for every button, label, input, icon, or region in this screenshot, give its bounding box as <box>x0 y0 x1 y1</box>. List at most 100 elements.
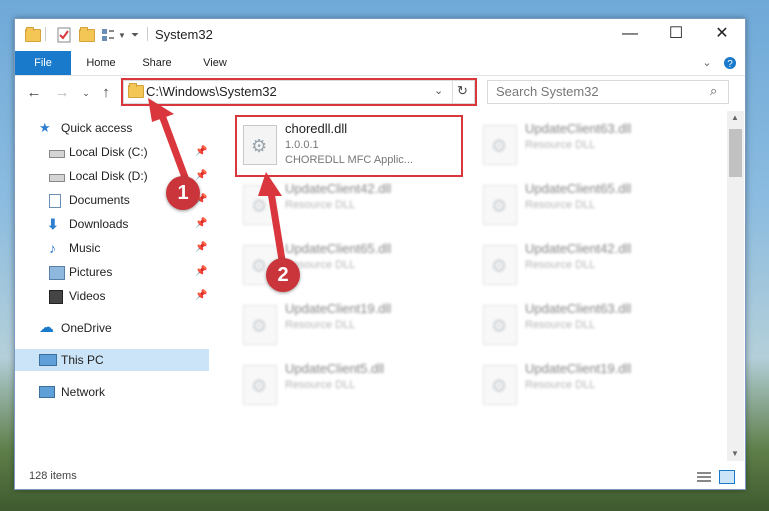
step-2-badge: 2 <box>266 258 300 292</box>
downloads-icon: ⬇ <box>47 216 59 232</box>
scrollbar-thumb[interactable] <box>729 129 742 177</box>
scroll-down-icon[interactable]: ▼ <box>731 449 739 458</box>
details-view-icon[interactable] <box>697 471 711 486</box>
file-tile[interactable]: UpdateClient63.dll Resource DLL <box>477 117 707 171</box>
file-name: UpdateClient65.dll <box>525 181 632 196</box>
up-button[interactable]: ↑ <box>97 84 115 102</box>
tab-share[interactable]: Share <box>137 51 177 75</box>
new-folder-icon[interactable] <box>79 26 95 43</box>
sidebar-item-label: OneDrive <box>61 321 112 335</box>
sidebar-item-label: Local Disk (C:) <box>69 145 148 159</box>
computer-icon <box>39 354 57 366</box>
cloud-icon: ☁ <box>39 319 54 336</box>
step-1-badge: 1 <box>166 176 200 210</box>
file-description: Resource DLL <box>525 319 596 331</box>
dll-file-icon <box>483 365 517 405</box>
file-name: UpdateClient65.dll <box>285 241 392 256</box>
file-description: Resource DLL <box>285 319 356 331</box>
file-description: Resource DLL <box>525 379 596 391</box>
window-title: System32 <box>155 27 213 42</box>
folder-icon <box>25 26 41 43</box>
dll-file-icon <box>483 185 517 225</box>
network-icon <box>39 386 55 398</box>
file-tile[interactable]: UpdateClient19.dll Resource DLL <box>477 357 707 411</box>
dll-file-icon <box>483 305 517 345</box>
item-count: 128 items <box>29 470 77 482</box>
maximize-button[interactable]: ☐ <box>653 19 699 49</box>
minimize-button[interactable]: — <box>607 19 653 49</box>
pin-icon[interactable]: 📌 <box>195 261 207 283</box>
tab-view[interactable]: View <box>195 51 235 75</box>
sidebar-item-label: Downloads <box>69 217 129 231</box>
expand-ribbon-icon[interactable]: ⌄ <box>699 51 715 75</box>
scroll-up-icon[interactable]: ▲ <box>731 113 739 122</box>
sidebar-item-label: Music <box>69 241 101 255</box>
close-button[interactable]: ✕ <box>699 19 745 49</box>
recent-locations-icon[interactable]: ⌄ <box>77 84 95 102</box>
forward-button[interactable]: → <box>53 84 71 102</box>
properties-icon[interactable] <box>57 27 71 43</box>
chevron-down-icon[interactable]: ▼ <box>118 27 126 43</box>
sidebar-item-onedrive[interactable]: ☁ OneDrive <box>15 317 209 339</box>
sidebar-item-network[interactable]: Network <box>15 381 209 403</box>
documents-icon <box>49 194 61 208</box>
customize-toolbar-icon[interactable]: ⏷ <box>131 27 139 43</box>
sidebar-item-videos[interactable]: Videos 📌 <box>15 285 209 307</box>
sidebar-item-label: Quick access <box>61 121 133 135</box>
sidebar-item-label: This PC <box>61 353 104 367</box>
sidebar-item-music[interactable]: ♪ Music 📌 <box>15 237 209 259</box>
music-icon: ♪ <box>49 240 56 256</box>
file-description: Resource DLL <box>285 379 356 391</box>
sidebar-item-downloads[interactable]: ⬇ Downloads 📌 <box>15 213 209 235</box>
explorer-window: ▼ ⏷ System32 — ☐ ✕ File Home Share View … <box>14 18 746 490</box>
pin-icon[interactable]: 📌 <box>195 141 207 163</box>
separator <box>45 27 46 41</box>
file-description: Resource DLL <box>525 139 596 151</box>
sidebar-item-label: Documents <box>69 193 130 207</box>
file-name: UpdateClient42.dll <box>285 181 392 196</box>
pictures-icon <box>49 266 65 280</box>
file-name: UpdateClient63.dll <box>525 301 632 316</box>
file-tile[interactable]: UpdateClient19.dll Resource DLL <box>237 297 467 351</box>
file-tile[interactable]: UpdateClient65.dll Resource DLL <box>477 177 707 231</box>
pin-icon[interactable]: 📌 <box>195 285 207 307</box>
status-bar: 128 items <box>15 465 745 489</box>
file-tile[interactable]: UpdateClient5.dll Resource DLL <box>237 357 467 411</box>
search-placeholder: Search System32 <box>496 84 599 99</box>
file-description: Resource DLL <box>285 199 356 211</box>
sidebar-item-local-disk-c[interactable]: Local Disk (C:) 📌 <box>15 141 209 163</box>
file-tile[interactable]: UpdateClient42.dll Resource DLL <box>477 237 707 291</box>
sidebar-item-quick-access[interactable]: ★ Quick access <box>15 117 209 139</box>
title-bar: ▼ ⏷ System32 — ☐ ✕ <box>15 19 745 51</box>
back-button[interactable]: ← <box>25 84 43 102</box>
pin-icon[interactable]: 📌 <box>195 213 207 235</box>
file-tile[interactable]: UpdateClient63.dll Resource DLL <box>477 297 707 351</box>
search-input[interactable]: Search System32 ⌕ <box>487 80 729 104</box>
navigation-pane: ★ Quick access Local Disk (C:) 📌 Local D… <box>15 111 211 461</box>
file-tile[interactable]: UpdateClient42.dll Resource DLL <box>237 177 467 231</box>
file-name: UpdateClient5.dll <box>285 361 385 376</box>
tab-file[interactable]: File <box>15 51 71 75</box>
svg-text:?: ? <box>727 59 733 70</box>
tab-home[interactable]: Home <box>81 51 121 75</box>
file-name: UpdateClient63.dll <box>525 121 632 136</box>
help-icon[interactable]: ? <box>721 51 739 75</box>
vertical-scrollbar[interactable]: ▲ ▼ <box>727 111 744 461</box>
dll-file-icon <box>243 185 277 225</box>
view-icon[interactable] <box>101 27 115 43</box>
sidebar-item-this-pc[interactable]: This PC <box>15 349 209 371</box>
sidebar-item-label: Local Disk (D:) <box>69 169 148 183</box>
dll-file-icon <box>483 125 517 165</box>
pin-icon[interactable]: 📌 <box>195 237 207 259</box>
file-description: Resource DLL <box>525 199 596 211</box>
sidebar-item-label: Videos <box>69 289 106 303</box>
ribbon-tabs: File Home Share View ⌄ ? <box>15 51 745 76</box>
large-icons-view-icon[interactable] <box>719 470 735 484</box>
sidebar-item-pictures[interactable]: Pictures 📌 <box>15 261 209 283</box>
sidebar-item-label: Network <box>61 385 106 399</box>
sidebar-item-label: Pictures <box>69 265 113 279</box>
address-highlight-box <box>121 78 477 106</box>
file-name: UpdateClient19.dll <box>525 361 632 376</box>
search-icon: ⌕ <box>710 83 718 98</box>
file-description: Resource DLL <box>525 259 596 271</box>
